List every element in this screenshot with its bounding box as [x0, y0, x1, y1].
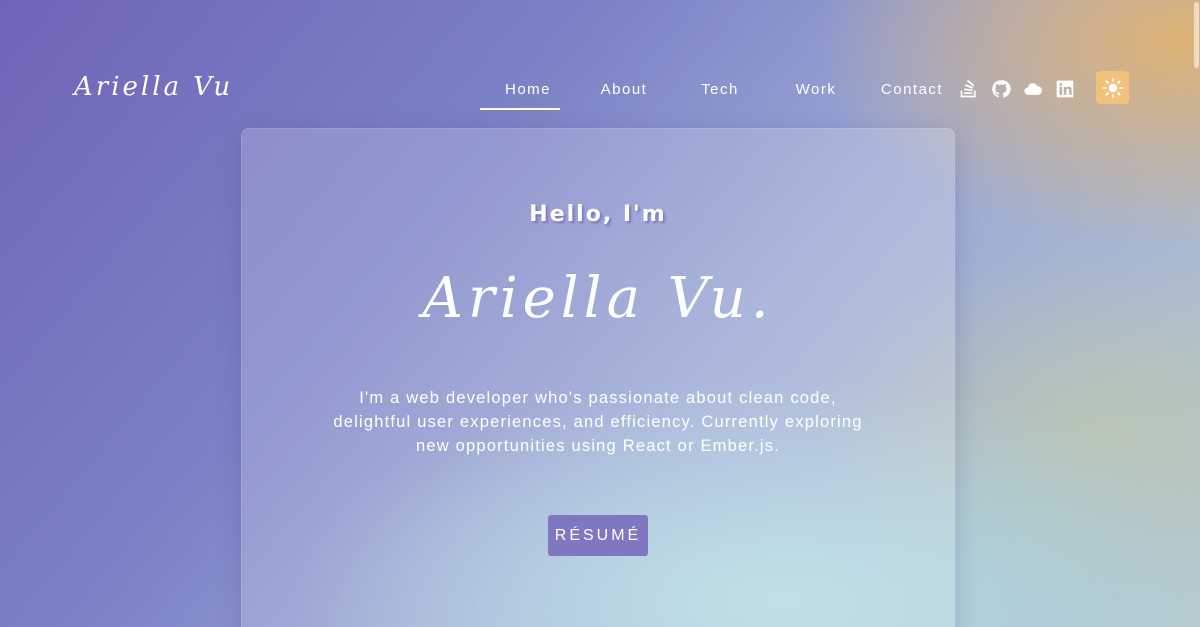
resume-button[interactable]: RÉSUMÉ: [548, 515, 648, 556]
main-nav: Home About Tech Work Contact: [480, 70, 960, 110]
nav-tech[interactable]: Tech: [672, 71, 768, 109]
nav-work[interactable]: Work: [768, 71, 864, 109]
hero-bio: I'm a web developer who's passionate abo…: [333, 389, 863, 455]
site-logo[interactable]: Ariella Vu: [74, 72, 233, 102]
scrollbar-thumb[interactable]: [1194, 2, 1199, 68]
theme-toggle-button[interactable]: [1096, 71, 1129, 104]
stackoverflow-icon[interactable]: [958, 78, 980, 100]
hero-greeting: Hello, I'm: [529, 202, 667, 227]
cloud-icon[interactable]: [1022, 78, 1044, 100]
hero-card: Hello, I'm Ariella Vu. I'm a web develop…: [241, 128, 955, 627]
hero-name: Ariella Vu.: [422, 266, 774, 331]
scrollbar[interactable]: [1192, 0, 1200, 627]
sun-icon: [1102, 77, 1123, 98]
social-links: [958, 78, 1076, 100]
nav-about[interactable]: About: [576, 71, 672, 109]
nav-contact[interactable]: Contact: [864, 71, 960, 109]
github-icon[interactable]: [990, 78, 1012, 100]
nav-home[interactable]: Home: [480, 71, 576, 110]
linkedin-icon[interactable]: [1054, 78, 1076, 100]
